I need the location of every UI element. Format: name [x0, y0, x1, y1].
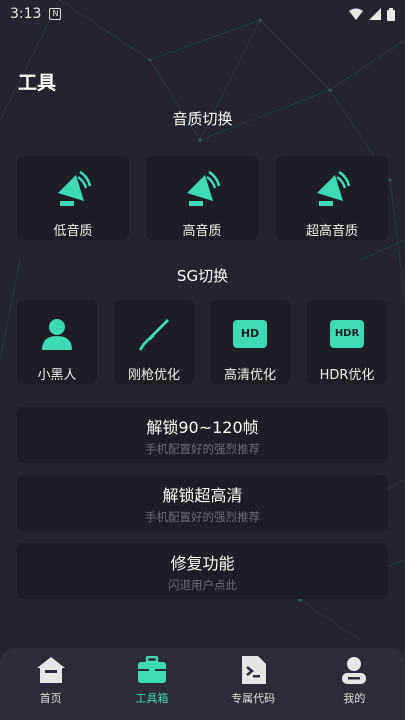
notification-icon: N: [49, 8, 62, 20]
sg-hd-card[interactable]: HD 高清优化: [210, 300, 290, 384]
repair-subtitle: 闪退用户点此: [168, 577, 237, 592]
wifi-icon: [349, 8, 363, 20]
sg-hdr-card[interactable]: HDR HDR优化: [307, 300, 387, 384]
unlock-fps-subtitle: 手机配置好的强烈推荐: [145, 441, 260, 456]
sg-rifle-label: 刚枪优化: [127, 368, 180, 383]
person-icon: [37, 314, 77, 354]
user-icon: [342, 657, 367, 684]
unlock-fps-title: 解锁90~120帧: [146, 417, 259, 437]
hd-badge-text: HD: [240, 327, 260, 340]
speaker-icon: [312, 170, 352, 210]
sound-high-label: 高音质: [182, 224, 222, 239]
hdr-badge-text: HDR: [334, 328, 360, 339]
hdr-icon: HDR: [327, 314, 367, 354]
unlock-hd-title: 解锁超高清: [162, 485, 243, 505]
sg-hdr-label: HDR优化: [319, 368, 375, 383]
unlock-hd-button[interactable]: 解锁超高清 手机配置好的强烈推荐: [17, 475, 388, 531]
page-title: 工具: [18, 72, 57, 94]
terminal-icon: [242, 656, 267, 684]
status-bar: 3:13 N: [0, 0, 405, 28]
sound-ultra-card[interactable]: 超高音质: [276, 156, 388, 240]
sg-hd-label: 高清优化: [223, 368, 276, 383]
toolbox-icon: [137, 656, 166, 683]
repair-title: 修复功能: [170, 553, 235, 573]
sg-rifle-card[interactable]: 刚枪优化: [114, 300, 194, 384]
battery-icon: [387, 7, 395, 21]
tab-toolbox[interactable]: 工具箱: [101, 648, 202, 720]
tab-toolbox-label: 工具箱: [135, 692, 169, 705]
sound-high-card[interactable]: 高音质: [146, 156, 258, 240]
sg-section-title: SG切换: [176, 267, 229, 285]
speaker-icon: [53, 170, 93, 210]
tab-mine[interactable]: 我的: [304, 648, 405, 720]
tab-exclusive-code[interactable]: 专属代码: [203, 648, 304, 720]
repair-button[interactable]: 修复功能 闪退用户点此: [17, 543, 388, 599]
status-time: 3:13: [10, 6, 42, 22]
signal-icon: [369, 8, 381, 20]
sound-ultra-label: 超高音质: [305, 224, 358, 239]
tab-home-label: 首页: [39, 692, 62, 705]
sound-section-title: 音质切换: [172, 110, 233, 128]
speaker-icon: [182, 170, 222, 210]
sound-low-label: 低音质: [53, 224, 93, 239]
tab-mine-label: 我的: [343, 692, 366, 705]
home-icon: [36, 657, 65, 683]
bottom-tab-bar: 首页 工具箱 专属代码 我的: [0, 648, 405, 720]
tab-home[interactable]: 首页: [0, 648, 101, 720]
tab-exclusive-code-label: 专属代码: [231, 692, 276, 705]
sg-little-black-card[interactable]: 小黑人: [17, 300, 97, 384]
unlock-fps-button[interactable]: 解锁90~120帧 手机配置好的强烈推荐: [17, 407, 388, 463]
sound-low-card[interactable]: 低音质: [17, 156, 129, 240]
unlock-hd-subtitle: 手机配置好的强烈推荐: [145, 509, 260, 524]
rifle-icon: [134, 314, 174, 354]
hd-icon: HD: [230, 314, 270, 354]
sg-little-black-label: 小黑人: [37, 368, 77, 383]
